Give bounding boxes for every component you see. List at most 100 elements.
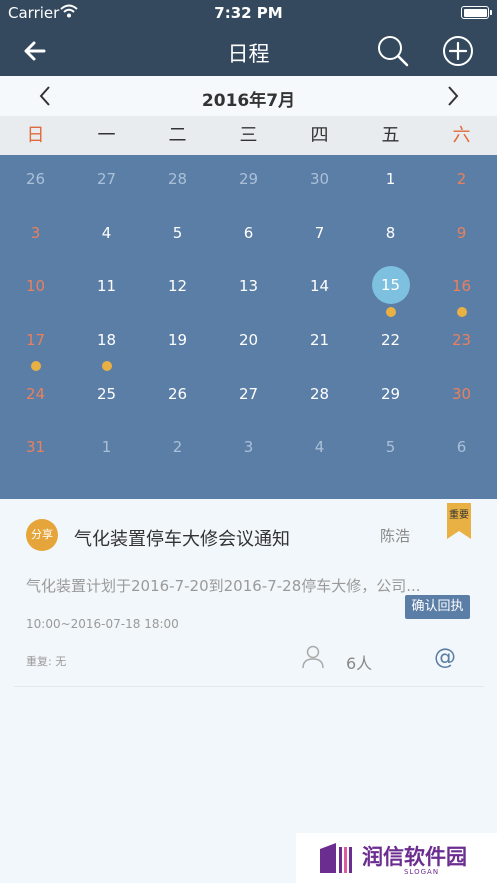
day-number: 30 [451, 384, 472, 403]
calendar-day[interactable]: 19 [142, 316, 213, 370]
calendar-day[interactable]: 22 [355, 316, 426, 370]
day-number: 31 [25, 438, 46, 457]
day-number: 26 [167, 384, 188, 403]
calendar-day[interactable]: 30 [284, 155, 355, 209]
calendar-day[interactable]: 5 [355, 423, 426, 477]
day-number: 11 [96, 277, 117, 296]
share-tag: 分享 [26, 519, 58, 551]
page-title: 日程 [227, 42, 270, 66]
day-number: 1 [385, 170, 396, 188]
calendar-day[interactable]: 4 [71, 209, 142, 263]
calendar-day[interactable]: 20 [213, 316, 284, 370]
calendar-day[interactable]: 5 [142, 209, 213, 263]
calendar-day[interactable]: 13 [213, 262, 284, 316]
day-number: 3 [30, 223, 41, 242]
calendar-day[interactable]: 9 [426, 209, 497, 263]
calendar-day[interactable]: 2 [426, 155, 497, 209]
day-number: 9 [456, 223, 467, 242]
calendar-day[interactable]: 23 [426, 316, 497, 370]
event-time: 10:00~2016-07-18 18:00 [26, 617, 179, 631]
calendar-day[interactable]: 6 [426, 423, 497, 477]
calendar-week-row: 31 1 2 3 4 5 6 [0, 423, 497, 477]
day-number: 30 [309, 170, 330, 188]
weekday-fri: 五 [381, 125, 400, 146]
day-number: 6 [243, 223, 254, 242]
calendar-day[interactable]: 12 [142, 262, 213, 316]
calendar-day[interactable]: 17 [0, 316, 71, 372]
day-number: 2 [172, 438, 183, 457]
weekday-thu: 四 [310, 125, 329, 146]
calendar-day[interactable]: 28 [142, 155, 213, 209]
calendar-day[interactable]: 1 [355, 155, 426, 209]
calendar-day[interactable]: 24 [0, 370, 71, 424]
weekday-sun: 日 [26, 125, 45, 146]
day-number: 7 [314, 223, 325, 242]
divider [14, 686, 484, 687]
calendar-day[interactable]: 10 [0, 262, 71, 316]
weekday-header: 日 一 二 三 四 五 六 [0, 116, 497, 155]
day-number: 23 [451, 331, 472, 350]
event-description: 气化装置计划于2016-7-20到2016-7-28停车大修，公司... [26, 577, 421, 595]
at-mention-icon[interactable]: @ [434, 645, 456, 670]
calendar-day[interactable]: 11 [71, 262, 142, 316]
day-number: 10 [25, 277, 46, 296]
calendar-day[interactable]: 26 [0, 155, 71, 209]
calendar-week-row: 26 27 28 29 30 1 2 [0, 155, 497, 209]
calendar-day[interactable]: 21 [284, 316, 355, 370]
calendar-day[interactable]: 4 [284, 423, 355, 477]
day-number: 5 [385, 438, 396, 457]
month-label: 2016年7月 [201, 91, 296, 111]
calendar-day-today[interactable]: 15 [355, 262, 426, 318]
status-time: 7:32 PM [214, 4, 283, 22]
day-number: 27 [238, 384, 259, 403]
day-number: 2 [456, 170, 467, 188]
day-number: 29 [380, 384, 401, 403]
calendar-week-row: 3 4 5 6 7 8 9 [0, 209, 497, 263]
calendar-day[interactable]: 29 [213, 155, 284, 209]
day-number: 21 [309, 331, 330, 350]
calendar-day[interactable]: 6 [213, 209, 284, 263]
calendar-week-row: 24 25 26 27 28 29 30 [0, 370, 497, 424]
day-number: 4 [101, 223, 112, 242]
calendar-day[interactable]: 29 [355, 370, 426, 424]
calendar-day[interactable]: 14 [284, 262, 355, 316]
day-number: 3 [243, 438, 254, 457]
calendar-grid: 26 27 28 29 30 1 2 3 4 5 6 7 8 9 10 11 12 13 14 15 16 17 18 19 2… [0, 155, 497, 499]
day-number: 24 [25, 384, 46, 403]
calendar-day[interactable]: 3 [213, 423, 284, 477]
chevron-right-icon[interactable] [440, 84, 464, 108]
watermark: 润信软件园 SLOGAN [296, 833, 497, 883]
calendar-day[interactable]: 2 [142, 423, 213, 477]
day-number: 29 [238, 170, 259, 188]
calendar-day[interactable]: 18 [71, 316, 142, 372]
calendar-day[interactable]: 8 [355, 209, 426, 263]
calendar-day[interactable]: 3 [0, 209, 71, 263]
calendar-day[interactable]: 27 [71, 155, 142, 209]
day-number: 12 [167, 277, 188, 296]
month-selector: 2016年7月 [0, 76, 497, 116]
weekday-mon: 一 [97, 125, 116, 146]
search-icon[interactable] [376, 34, 410, 68]
calendar-day[interactable]: 30 [426, 370, 497, 424]
calendar-day[interactable]: 26 [142, 370, 213, 424]
day-number: 15 [371, 266, 410, 305]
status-bar: Carrier 7:32 PM [0, 0, 497, 26]
calendar-day[interactable]: 28 [284, 370, 355, 424]
add-circle-icon[interactable] [441, 34, 475, 68]
brand-logo-icon [320, 843, 352, 873]
calendar-day[interactable]: 27 [213, 370, 284, 424]
calendar-day[interactable]: 1 [71, 423, 142, 477]
calendar-day[interactable]: 25 [71, 370, 142, 424]
important-badge: 重要 [447, 503, 471, 539]
calendar-day[interactable]: 16 [426, 262, 497, 318]
day-number: 26 [25, 170, 46, 188]
person-icon [302, 645, 324, 669]
attendee-count: 6人 [346, 654, 373, 673]
confirm-receipt-button[interactable]: 确认回执 [405, 595, 470, 619]
event-card[interactable]: 分享 气化装置停车大修会议通知 陈浩 重要 气化装置计划于2016-7-20到2… [0, 499, 497, 687]
event-title: 气化装置停车大修会议通知 [74, 529, 290, 550]
day-number: 27 [96, 170, 117, 188]
calendar-day[interactable]: 7 [284, 209, 355, 263]
calendar-week-row: 10 11 12 13 14 15 16 [0, 262, 497, 318]
calendar-day[interactable]: 31 [0, 423, 71, 477]
